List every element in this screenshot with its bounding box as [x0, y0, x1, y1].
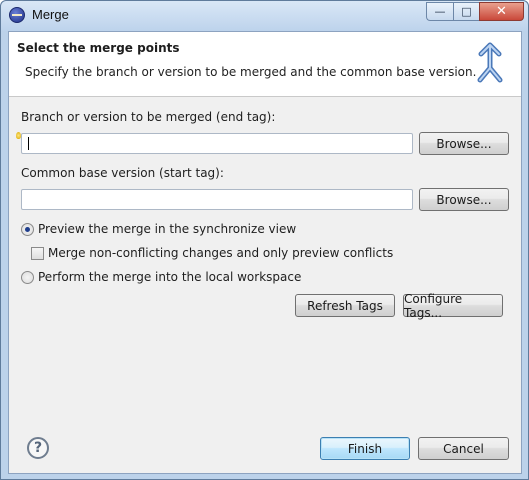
- cancel-button[interactable]: Cancel: [418, 437, 509, 460]
- perform-radio-label: Perform the merge into the local workspa…: [38, 270, 302, 284]
- branch-input[interactable]: [21, 133, 413, 154]
- base-browse-button[interactable]: Browse...: [419, 188, 509, 211]
- merge-arrow-icon: [477, 42, 503, 83]
- header-description: Specify the branch or version to be merg…: [25, 65, 477, 79]
- wizard-header: Select the merge points Specify the bran…: [9, 32, 521, 97]
- configure-tags-button[interactable]: Configure Tags...: [403, 292, 503, 320]
- window-controls: — □ ✕: [426, 2, 524, 22]
- header-title: Select the merge points: [17, 41, 180, 55]
- nonconflicting-checkbox-option[interactable]: Merge non-conflicting changes and only p…: [31, 245, 393, 261]
- merge-dialog-window: Merge — □ ✕ Select the merge points Spec…: [0, 0, 529, 480]
- refresh-tags-button[interactable]: Refresh Tags: [295, 294, 395, 317]
- minimize-button[interactable]: —: [426, 2, 453, 21]
- base-input[interactable]: [21, 189, 413, 210]
- base-label: Common base version (start tag):: [21, 166, 224, 180]
- title-bar[interactable]: Merge — □ ✕: [1, 1, 528, 31]
- maximize-button[interactable]: □: [453, 2, 479, 21]
- branch-browse-button[interactable]: Browse...: [419, 132, 509, 155]
- finish-button[interactable]: Finish: [320, 437, 410, 460]
- perform-radio[interactable]: [21, 270, 34, 284]
- help-icon[interactable]: ?: [27, 437, 49, 459]
- dialog-client-area: Select the merge points Specify the bran…: [8, 31, 522, 474]
- nonconflicting-checkbox-label: Merge non-conflicting changes and only p…: [48, 246, 394, 260]
- close-button[interactable]: ✕: [479, 2, 524, 21]
- nonconflicting-checkbox[interactable]: [31, 246, 44, 260]
- preview-radio-option[interactable]: Preview the merge in the synchronize vie…: [21, 221, 296, 237]
- preview-radio-label: Preview the merge in the synchronize vie…: [38, 222, 297, 236]
- perform-radio-option[interactable]: Perform the merge into the local workspa…: [21, 269, 301, 285]
- preview-radio[interactable]: [21, 222, 34, 236]
- window-title: Merge: [32, 7, 69, 22]
- text-caret: [28, 137, 29, 150]
- eclipse-app-icon: [9, 7, 25, 23]
- branch-label: Branch or version to be merged (end tag)…: [21, 110, 276, 124]
- footer-separator: [9, 428, 521, 429]
